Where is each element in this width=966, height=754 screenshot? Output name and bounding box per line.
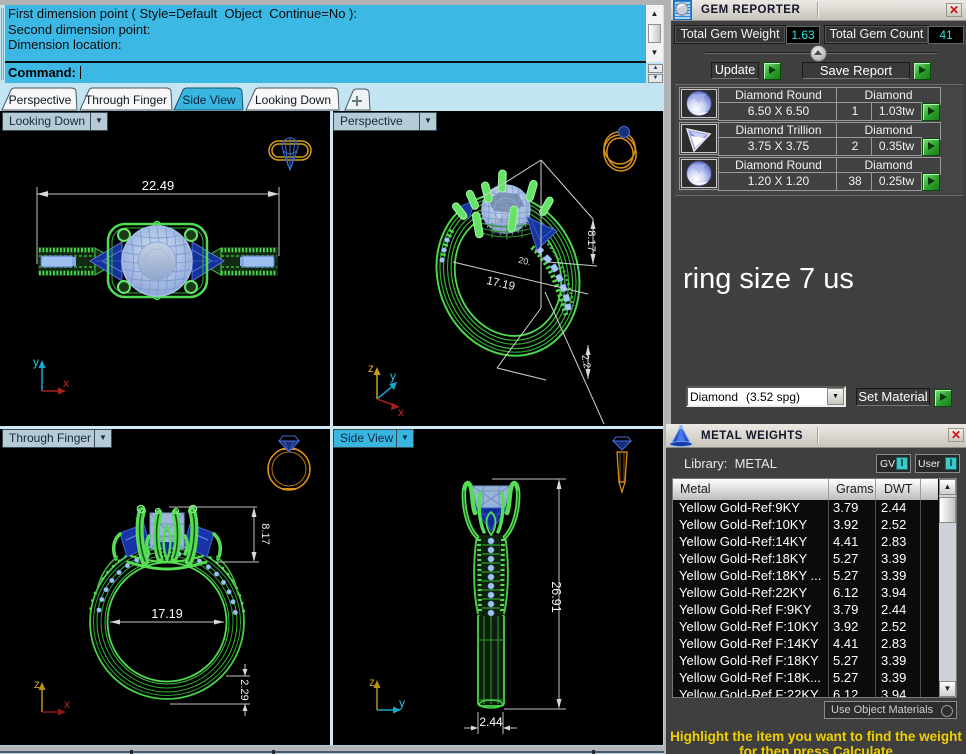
svg-text:Through Finger: Through Finger bbox=[85, 93, 167, 107]
svg-text:2.2: 2.2 bbox=[579, 354, 592, 370]
svg-text:y: y bbox=[399, 696, 405, 710]
svg-text:8.17: 8.17 bbox=[585, 230, 597, 251]
svg-text:Side View: Side View bbox=[182, 93, 235, 107]
svg-text:Perspective: Perspective bbox=[9, 93, 72, 107]
svg-text:z: z bbox=[34, 677, 40, 691]
svg-text:x: x bbox=[398, 405, 404, 419]
svg-text:Looking Down: Looking Down bbox=[255, 93, 331, 107]
svg-text:y: y bbox=[33, 355, 39, 369]
svg-text:x: x bbox=[63, 376, 69, 390]
svg-text:x: x bbox=[64, 697, 70, 711]
svg-text:y: y bbox=[390, 369, 396, 383]
svg-text:2.44: 2.44 bbox=[479, 715, 503, 729]
svg-text:17.19: 17.19 bbox=[485, 275, 516, 293]
svg-text:17.19: 17.19 bbox=[151, 607, 182, 621]
svg-text:z: z bbox=[368, 361, 374, 375]
svg-text:2.29: 2.29 bbox=[238, 679, 250, 700]
svg-text:8.17: 8.17 bbox=[259, 523, 271, 544]
svg-text:26.91: 26.91 bbox=[549, 581, 563, 612]
svg-text:20.: 20. bbox=[517, 255, 531, 268]
svg-text:z: z bbox=[369, 675, 375, 689]
svg-text:22.49: 22.49 bbox=[142, 178, 175, 193]
